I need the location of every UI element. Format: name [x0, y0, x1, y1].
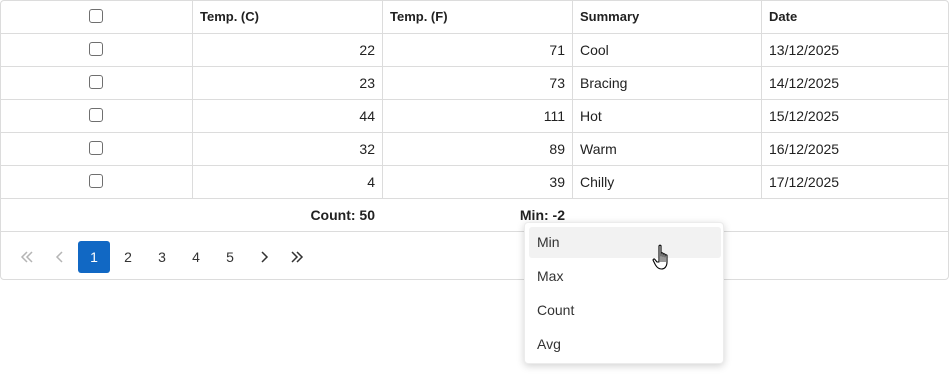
aggregate-dropdown-menu: Min Max Count Avg: [524, 222, 724, 364]
last-page-button[interactable]: [282, 241, 314, 273]
menu-item-avg[interactable]: Avg: [529, 329, 721, 360]
table-row[interactable]: 32 89 Warm 16/12/2025: [1, 133, 948, 166]
double-chevron-left-icon: [20, 251, 33, 263]
menu-item-max[interactable]: Max: [529, 261, 721, 292]
header-row: Temp. (C) Temp. (F) Summary Date: [1, 1, 948, 34]
cell-temp-f: 111: [382, 100, 572, 132]
select-all-checkbox[interactable]: [89, 9, 103, 23]
row-checkbox[interactable]: [89, 174, 103, 188]
double-chevron-right-icon: [291, 251, 304, 263]
cell-summary: Bracing: [572, 67, 761, 99]
row-checkbox[interactable]: [89, 42, 103, 56]
cell-temp-c: 22: [192, 34, 382, 66]
row-checkbox[interactable]: [89, 141, 103, 155]
cell-temp-f: 71: [382, 34, 572, 66]
first-page-button[interactable]: [10, 241, 42, 273]
row-select-cell: [1, 67, 192, 99]
page-button-1[interactable]: 1: [78, 241, 110, 273]
cell-temp-c: 4: [192, 166, 382, 198]
aggregate-footer-row: Count: 50 Min: -2: [1, 199, 948, 232]
select-all-cell: [1, 1, 192, 33]
cell-temp-c: 44: [192, 100, 382, 132]
cell-summary: Chilly: [572, 166, 761, 198]
table-row[interactable]: 4 39 Chilly 17/12/2025: [1, 166, 948, 199]
page-button-4[interactable]: 4: [180, 241, 212, 273]
page-button-2[interactable]: 2: [112, 241, 144, 273]
column-header-summary[interactable]: Summary: [572, 1, 761, 33]
cell-date: 17/12/2025: [761, 166, 948, 198]
hand-pointer-cursor-icon: [652, 244, 668, 270]
row-checkbox[interactable]: [89, 108, 103, 122]
cell-summary: Cool: [572, 34, 761, 66]
page-button-3[interactable]: 3: [146, 241, 178, 273]
cell-temp-f: 89: [382, 133, 572, 165]
cell-temp-f: 73: [382, 67, 572, 99]
row-select-cell: [1, 34, 192, 66]
footer-aggregate-temp-c[interactable]: Count: 50: [192, 199, 382, 231]
row-select-cell: [1, 100, 192, 132]
column-header-temp-f[interactable]: Temp. (F): [382, 1, 572, 33]
menu-item-count[interactable]: Count: [529, 295, 721, 326]
cell-temp-c: 32: [192, 133, 382, 165]
cell-summary: Hot: [572, 100, 761, 132]
next-page-button[interactable]: [248, 241, 280, 273]
row-checkbox[interactable]: [89, 75, 103, 89]
cell-temp-c: 23: [192, 67, 382, 99]
previous-page-button[interactable]: [44, 241, 76, 273]
pager: 1 2 3 4 5: [1, 232, 948, 279]
cell-temp-f: 39: [382, 166, 572, 198]
cell-date: 15/12/2025: [761, 100, 948, 132]
menu-item-min[interactable]: Min: [529, 227, 721, 258]
cell-date: 14/12/2025: [761, 67, 948, 99]
row-select-cell: [1, 166, 192, 198]
chevron-right-icon: [261, 251, 269, 263]
cell-summary: Warm: [572, 133, 761, 165]
chevron-left-icon: [55, 251, 63, 263]
table-row[interactable]: 22 71 Cool 13/12/2025: [1, 34, 948, 67]
table-row[interactable]: 44 111 Hot 15/12/2025: [1, 100, 948, 133]
table-row[interactable]: 23 73 Bracing 14/12/2025: [1, 67, 948, 100]
data-grid: Temp. (C) Temp. (F) Summary Date 22 71 C…: [0, 0, 949, 280]
cell-date: 16/12/2025: [761, 133, 948, 165]
column-header-temp-c[interactable]: Temp. (C): [192, 1, 382, 33]
cell-date: 13/12/2025: [761, 34, 948, 66]
page-button-5[interactable]: 5: [214, 241, 246, 273]
row-select-cell: [1, 133, 192, 165]
column-header-date[interactable]: Date: [761, 1, 948, 33]
